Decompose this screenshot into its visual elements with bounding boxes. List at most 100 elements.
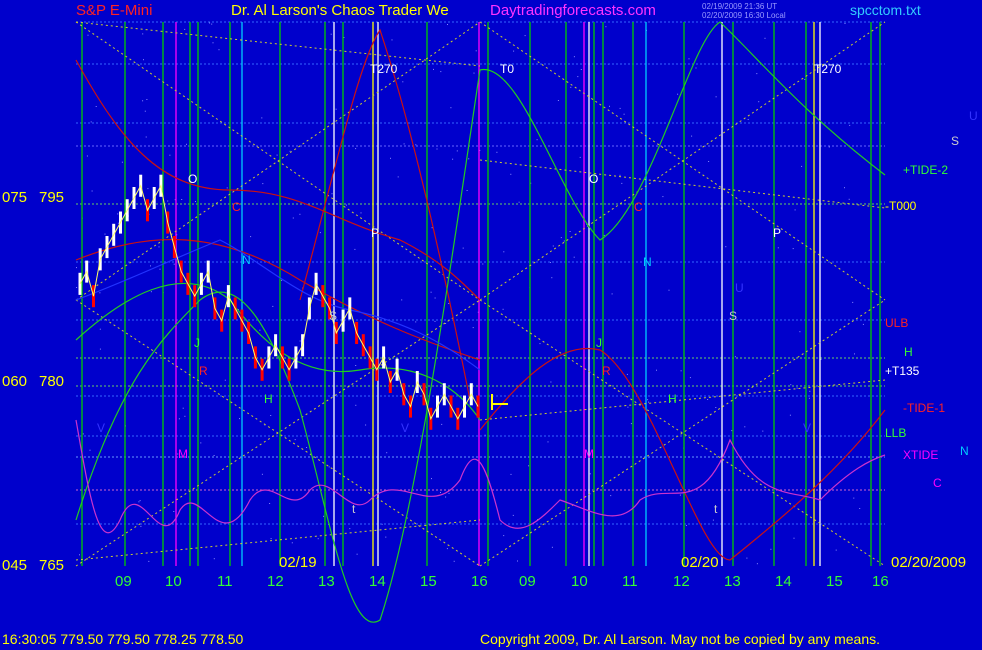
plot-label: O	[589, 172, 598, 186]
speckle-dot	[431, 227, 433, 229]
right-label: C	[933, 476, 942, 490]
date-label: 02/19	[279, 554, 317, 571]
speckle-dot	[430, 291, 432, 293]
speckle-dot	[547, 441, 549, 443]
speckle-dot	[145, 136, 147, 138]
speckle-dot	[570, 86, 572, 88]
speckle-dot	[121, 161, 123, 163]
speckle-dot	[685, 525, 687, 526]
speckle-dot	[306, 447, 308, 448]
speckle-dot	[801, 165, 803, 167]
speckle-dot	[182, 407, 184, 409]
speckle-dot	[272, 305, 274, 307]
speckle-dot	[573, 256, 575, 258]
speckle-dot	[335, 108, 337, 110]
plot-label: C	[232, 200, 241, 214]
data-file-name: spcctom.txt	[850, 2, 921, 18]
speckle-dot	[76, 267, 77, 269]
plot-label: M	[178, 447, 188, 461]
speckle-dot	[355, 404, 357, 406]
speckle-dot	[147, 188, 149, 190]
speckle-dot	[281, 279, 283, 281]
x-tick: 16	[471, 573, 488, 590]
chart-title: Dr. Al Larson's Chaos Trader We	[231, 2, 449, 19]
speckle-dot	[472, 327, 474, 329]
speckle-dot	[756, 563, 758, 565]
speckle-dot	[569, 231, 571, 232]
speckle-dot	[747, 119, 749, 120]
speckle-dot	[226, 187, 228, 189]
speckle-dot	[431, 478, 432, 480]
speckle-dot	[89, 449, 91, 451]
speckle-dot	[142, 33, 144, 35]
speckle-dot	[79, 554, 80, 556]
speckle-dot	[844, 187, 845, 189]
speckle-dot	[510, 473, 512, 475]
speckle-dot	[799, 331, 801, 333]
speckle-dot	[87, 34, 89, 36]
speckle-dot	[167, 200, 169, 202]
speckle-dot	[270, 538, 272, 540]
speckle-dot	[138, 501, 140, 503]
plot-label: R	[602, 364, 611, 378]
speckle-dot	[76, 287, 78, 288]
speckle-dot	[677, 93, 679, 95]
speckle-dot	[549, 262, 551, 263]
speckle-dot	[777, 247, 779, 249]
speckle-dot	[496, 151, 498, 153]
speckle-dot	[441, 423, 443, 425]
speckle-dot	[261, 117, 263, 119]
x-tick: 16	[872, 573, 889, 590]
speckle-dot	[401, 299, 403, 301]
speckle-dot	[330, 33, 332, 35]
speckle-dot	[397, 176, 399, 178]
speckle-dot	[213, 558, 215, 560]
speckle-dot	[820, 358, 822, 360]
plot-label: O	[188, 172, 197, 186]
speckle-dot	[139, 500, 141, 502]
speckle-dot	[365, 424, 367, 426]
speckle-dot	[319, 232, 321, 234]
speckle-dot	[143, 59, 144, 61]
speckle-dot	[708, 161, 710, 162]
x-tick: 09	[519, 573, 536, 590]
right-label: +T135	[885, 364, 920, 378]
speckle-dot	[513, 50, 515, 52]
speckle-dot	[573, 56, 575, 58]
speckle-dot	[218, 49, 220, 51]
x-tick: 15	[826, 573, 843, 590]
speckle-dot	[579, 156, 581, 158]
plot-label: C	[634, 200, 643, 214]
speckle-dot	[557, 100, 559, 101]
speckle-dot	[668, 289, 670, 291]
speckle-dot	[224, 379, 226, 381]
speckle-dot	[734, 356, 736, 358]
speckle-dot	[731, 430, 733, 432]
speckle-dot	[140, 525, 142, 527]
speckle-dot	[796, 387, 798, 389]
speckle-dot	[178, 418, 180, 420]
speckle-dot	[448, 303, 450, 304]
speckle-dot	[349, 528, 351, 530]
speckle-dot	[551, 546, 553, 548]
speckle-dot	[536, 139, 538, 141]
speckle-dot	[440, 492, 441, 493]
y-tick-left: 045	[2, 557, 27, 574]
speckle-dot	[450, 107, 452, 109]
speckle-dot	[746, 557, 748, 559]
speckle-dot	[794, 209, 796, 211]
plot-label: V	[803, 421, 811, 435]
speckle-dot	[159, 268, 161, 270]
speckle-dot	[354, 248, 356, 250]
speckle-dot	[862, 323, 864, 325]
plot-label: J	[596, 336, 602, 350]
timestamp-local: 02/20/2009 16:30 Local	[702, 11, 786, 20]
speckle-dot	[756, 73, 758, 75]
speckle-dot	[434, 320, 436, 322]
speckle-dot	[688, 58, 690, 60]
right-label: -T000	[885, 199, 917, 213]
speckle-dot	[276, 154, 278, 156]
speckle-dot	[852, 301, 854, 303]
speckle-dot	[158, 246, 160, 248]
plot-label: M	[584, 447, 594, 461]
